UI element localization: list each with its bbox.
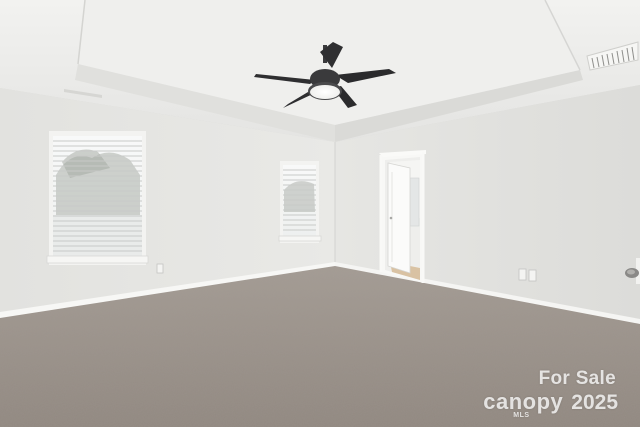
listing-watermark: For Sale canopy MLS 2025	[483, 368, 618, 420]
watermark-brand-row: canopy MLS 2025	[483, 389, 618, 420]
watermark-for-sale: For Sale	[538, 368, 616, 389]
interior-door	[387, 162, 411, 274]
window-left	[46, 131, 149, 265]
watermark-brand-sub: MLS	[513, 412, 530, 419]
watermark-year: 2025	[571, 391, 618, 414]
fan-light	[310, 85, 340, 99]
room-photo: For Sale canopy MLS 2025	[0, 0, 640, 427]
window-center	[278, 161, 322, 243]
doorway	[379, 150, 426, 283]
watermark-brand: canopy MLS	[483, 389, 564, 420]
watermark-brand-name: canopy	[483, 389, 564, 414]
door-knob	[389, 216, 393, 220]
room-scene	[0, 0, 640, 427]
wall-outlet-left	[156, 263, 164, 274]
